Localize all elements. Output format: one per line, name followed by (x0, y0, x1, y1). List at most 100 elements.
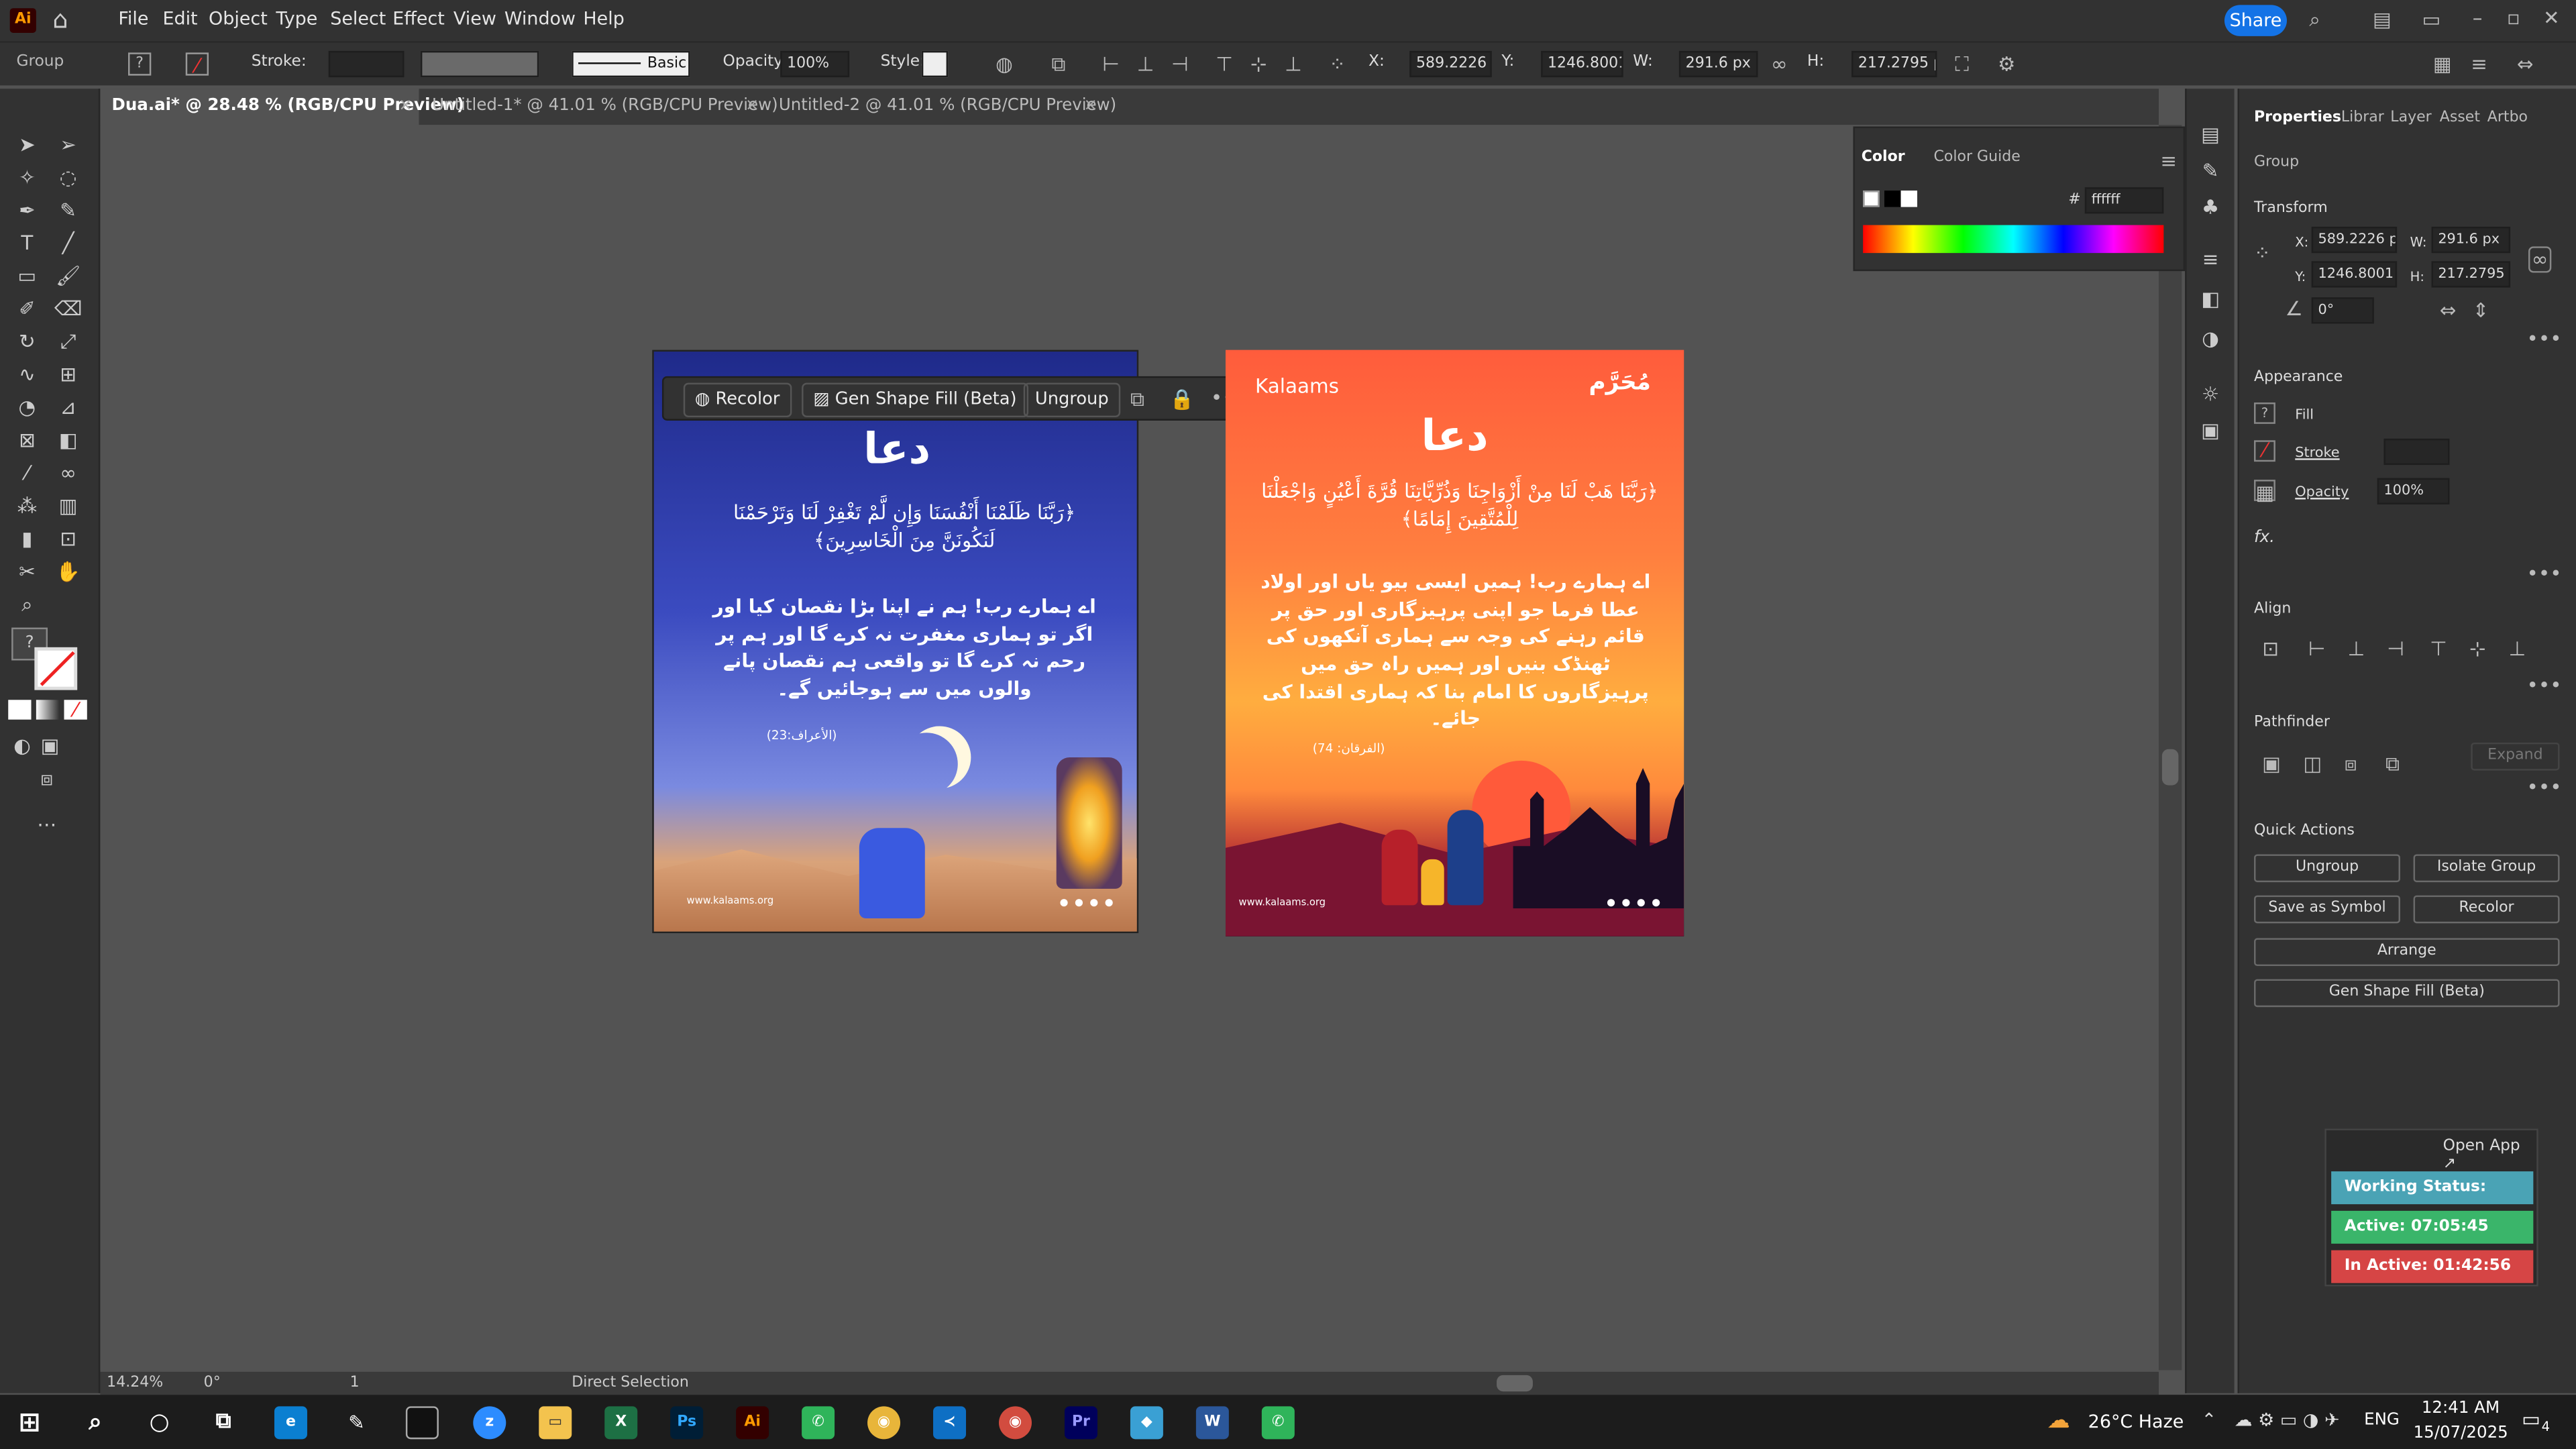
tray-icons[interactable]: ☁ ⚙ ▭ ◑ ✈ (2235, 1409, 2340, 1431)
angle-field[interactable]: 0° (2311, 297, 2374, 324)
stroke-swatch[interactable] (34, 647, 78, 690)
symbol-sprayer-icon[interactable]: ⁂ (13, 493, 42, 521)
reference-point-icon[interactable]: ⁘ (1329, 52, 1346, 75)
terminal-icon[interactable] (405, 1406, 439, 1440)
lasso-icon[interactable]: ◌ (54, 164, 83, 193)
close-tab-icon[interactable]: × (398, 89, 413, 125)
intersect-icon[interactable]: ⧈ (2345, 753, 2357, 775)
direct-selection-tool-icon[interactable]: ➢ (54, 131, 83, 160)
change-screen-mode-icon[interactable]: ⧈ (33, 765, 61, 794)
curvature-icon[interactable]: ✎ (54, 197, 83, 225)
illustrator-taskbar-icon[interactable]: Ai (736, 1406, 769, 1440)
pen-tool-icon[interactable]: ✒ (13, 197, 42, 225)
align-bottom-icon[interactable]: ⊥ (2509, 637, 2526, 660)
fill-unknown-icon[interactable]: ? (128, 52, 152, 76)
file-explorer-icon[interactable]: ▭ (539, 1406, 572, 1440)
align-top-icon[interactable]: ⊤ (2430, 637, 2447, 660)
perspective-icon[interactable]: ⊿ (54, 394, 83, 423)
flip-horizontal-icon[interactable]: ⇔ (2440, 299, 2457, 322)
start-icon[interactable]: ⊞ (13, 1406, 46, 1439)
isolate-icon[interactable]: ⛶ (1955, 52, 1969, 75)
flip-vertical-icon[interactable]: ⇕ (2473, 299, 2489, 322)
menu-effect[interactable]: Effect (392, 8, 445, 30)
symbols-icon[interactable]: ♣ (2196, 194, 2224, 222)
shaper-icon[interactable]: ✐ (13, 296, 42, 324)
stroke-none-icon[interactable]: ⁄ (2254, 440, 2275, 462)
weather-text[interactable]: 26°C Haze (2088, 1411, 2184, 1433)
expand-button[interactable]: Expand (2471, 742, 2560, 771)
gradient-panel-icon[interactable]: ◧ (2196, 286, 2224, 314)
clock-date[interactable]: 15/07/2025 (2414, 1424, 2508, 1442)
selection-tool-icon[interactable]: ➤ (13, 131, 42, 160)
tab-libraries[interactable]: Librar (2341, 110, 2384, 126)
exclude-icon[interactable]: ⧉ (2385, 753, 2400, 775)
zoom-level[interactable]: 14.24% (107, 1375, 163, 1391)
x-field[interactable]: 589.2226 px (1409, 50, 1492, 78)
w-field[interactable]: 291.6 px (2431, 226, 2511, 254)
isolate-group-button[interactable]: Isolate Group (2413, 854, 2560, 883)
shape-builder-icon[interactable]: ◔ (13, 394, 42, 423)
scale-icon[interactable]: ⤢ (54, 329, 83, 357)
open-app-link[interactable]: Open App ↗ (2443, 1137, 2537, 1173)
w-field[interactable]: 291.6 px (1678, 50, 1758, 78)
save-as-symbol-button[interactable]: Save as Symbol (2254, 895, 2400, 924)
search-icon[interactable]: ⌕ (79, 1406, 112, 1439)
menu-help[interactable]: Help (583, 8, 624, 30)
app-icon[interactable]: ◆ (1130, 1406, 1163, 1440)
ungroup-button[interactable]: Ungroup (2254, 854, 2400, 883)
menu-type[interactable]: Type (276, 8, 317, 30)
maximize-icon[interactable]: ▫ (2500, 7, 2526, 30)
link-icon[interactable]: ∞ (2528, 246, 2552, 273)
cortana-icon[interactable]: ○ (143, 1406, 176, 1439)
free-transform-icon[interactable]: ⊞ (54, 362, 83, 390)
recolor-button[interactable]: Recolor (2413, 895, 2560, 924)
gen-shape-fill-button[interactable]: ▨ Gen Shape Fill (Beta) (802, 382, 1028, 418)
tray-chevron-icon[interactable]: ⌃ (2202, 1409, 2217, 1431)
tab-dua[interactable]: Dua.ai* @ 28.48 % (RGB/CPU Preview) × (100, 89, 464, 125)
tab-artboards[interactable]: Artbo (2487, 110, 2528, 126)
more-options-icon[interactable]: ••• (2527, 674, 2562, 696)
pen-app-icon[interactable]: ✎ (340, 1406, 373, 1439)
panel-layout-icon[interactable]: ▦ (2433, 52, 2452, 75)
magic-wand-icon[interactable]: ✧ (13, 164, 42, 193)
align-left-icon[interactable]: ⊢ (1102, 52, 1120, 75)
h-field[interactable]: 217.2795 px (1851, 50, 1937, 78)
none-mode-icon[interactable]: ⁄ (64, 700, 87, 720)
chrome-icon[interactable]: ◉ (867, 1406, 901, 1440)
more-options-icon[interactable]: ••• (2527, 327, 2562, 350)
clock-time[interactable]: 12:41 AM (2422, 1400, 2500, 1418)
menu-object[interactable]: Object (209, 8, 268, 30)
x-field[interactable]: 589.2226 p (2311, 226, 2398, 254)
recolor-icon[interactable]: ◍ (996, 52, 1013, 75)
lock-icon[interactable]: 🔒 (1170, 388, 1195, 411)
ungroup-button[interactable]: Ungroup (1023, 382, 1120, 418)
vertical-scrollbar[interactable] (2158, 125, 2182, 1371)
variable-width-field[interactable] (420, 50, 539, 78)
appearance-icon[interactable]: ☼ (2196, 381, 2224, 409)
black-swatch[interactable] (1884, 191, 1901, 207)
unite-icon[interactable]: ▣ (2262, 753, 2281, 775)
fx-button[interactable]: fx. (2254, 529, 2275, 547)
minus-front-icon[interactable]: ◫ (2303, 753, 2322, 775)
align-left-icon[interactable]: ⊢ (2308, 637, 2326, 660)
edge-icon[interactable]: e (274, 1406, 307, 1440)
tab-untitled-2[interactable]: Untitled-2 @ 41.01 % (RGB/CPU Preview) × (767, 89, 1116, 125)
eraser-icon[interactable]: ⌫ (54, 296, 83, 324)
y-field[interactable]: 1246.8001 (2311, 261, 2398, 288)
align-vcenter-icon[interactable]: ⊹ (1250, 52, 1267, 75)
artboard-tool-icon[interactable]: ⊡ (54, 526, 83, 554)
menu-select[interactable]: Select (330, 8, 386, 30)
menu-window[interactable]: Window (504, 8, 576, 30)
tab-layers[interactable]: Layer (2390, 110, 2431, 126)
type-tool-icon[interactable]: T (13, 230, 42, 258)
white-swatch[interactable] (1900, 191, 1917, 207)
hex-field[interactable]: ffffff (2084, 187, 2164, 214)
zoom-app-icon[interactable]: z (473, 1406, 506, 1440)
close-icon[interactable]: ✕ (2538, 7, 2565, 30)
align-right-icon[interactable]: ⊣ (2387, 637, 2404, 660)
more-options-icon[interactable]: ••• (2527, 562, 2562, 585)
tab-properties[interactable]: Properties (2254, 110, 2341, 126)
tab-assets[interactable]: Asset (2440, 110, 2480, 126)
align-right-icon[interactable]: ⊣ (1171, 52, 1189, 75)
brushes-icon[interactable]: ✎ (2196, 158, 2224, 186)
